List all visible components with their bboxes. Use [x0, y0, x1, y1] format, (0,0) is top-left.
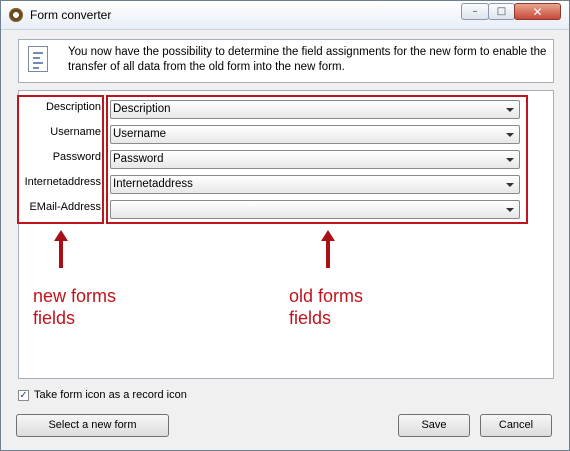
field-mapping-panel: Description Description Username Username Pa… — [17, 90, 554, 379]
new-fields-highlight — [17, 95, 104, 224]
record-icon-label: Take form icon as a record icon — [34, 389, 187, 401]
form-converter-window: Form converter – □ ✕ You now have the po… — [0, 0, 570, 451]
old-fields-highlight — [106, 95, 528, 224]
select-new-form-button[interactable]: Select a new form — [16, 414, 169, 437]
title-bar: Form converter – □ ✕ — [1, 1, 569, 30]
window-title: Form converter — [30, 8, 112, 22]
old-fields-arrow-shaft — [326, 240, 330, 268]
new-fields-arrow-shaft — [59, 240, 63, 268]
app-icon — [9, 8, 23, 22]
minimize-button[interactable]: – — [461, 3, 489, 20]
save-button[interactable]: Save — [398, 414, 470, 437]
info-panel: You now have the possibility to determin… — [18, 39, 554, 83]
old-fields-annotation: old forms fields — [289, 286, 364, 328]
info-text: You now have the possibility to determin… — [68, 46, 547, 73]
record-icon-checkbox[interactable]: ✓ — [18, 390, 29, 401]
maximize-button[interactable]: □ — [488, 3, 515, 20]
cancel-button[interactable]: Cancel — [480, 414, 552, 437]
new-fields-annotation: new forms fields — [33, 286, 117, 328]
form-document-icon — [28, 46, 48, 72]
close-button[interactable]: ✕ — [514, 3, 561, 20]
